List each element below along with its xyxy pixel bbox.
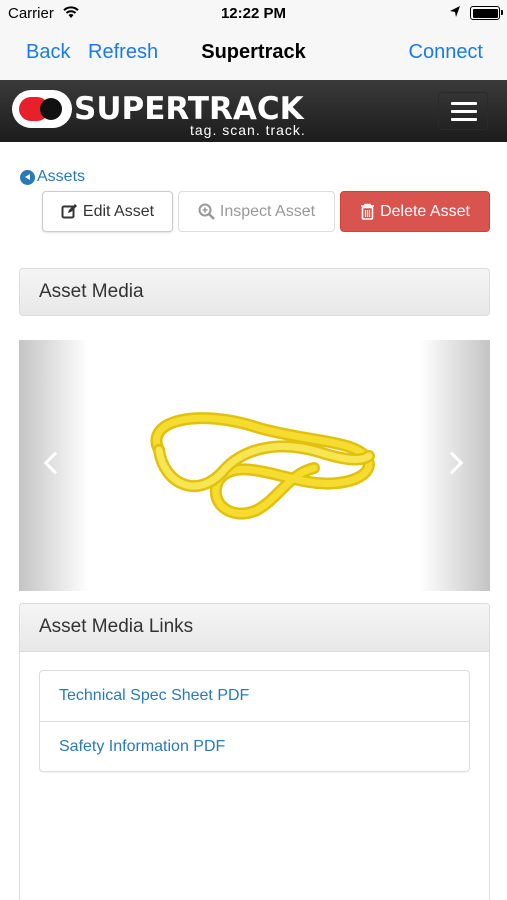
brand-header: SUPERTRACK tag. scan. track. (0, 80, 507, 142)
edit-asset-label: Edit Asset (82, 202, 155, 220)
asset-media-heading: Asset Media (19, 268, 490, 316)
chevron-right-icon (440, 451, 464, 475)
refresh-button[interactable]: Refresh (88, 41, 158, 63)
carousel-next-button[interactable] (420, 340, 490, 591)
battery-icon (470, 6, 503, 20)
status-time: 12:22 PM (220, 5, 287, 22)
list-item-technical-spec-sheet[interactable]: Technical Spec Sheet PDF (40, 671, 469, 721)
inspect-asset-label: Inspect Asset (219, 202, 316, 220)
media-link-list: Technical Spec Sheet PDF Safety Informat… (39, 670, 470, 772)
trash-icon (361, 203, 375, 220)
asset-media-links-panel: Asset Media Links Technical Spec Sheet P… (19, 603, 490, 900)
delete-asset-button[interactable]: Delete Asset (340, 191, 490, 232)
edit-icon (61, 204, 77, 219)
chevron-left-icon (43, 451, 67, 475)
inspect-asset-button[interactable]: Inspect Asset (178, 191, 335, 232)
supertrack-logo[interactable]: SUPERTRACK tag. scan. track. (12, 86, 332, 138)
edit-asset-button[interactable]: Edit Asset (42, 191, 173, 232)
delete-asset-label: Delete Asset (380, 202, 470, 220)
back-circle-icon (20, 169, 35, 185)
assets-breadcrumb-link[interactable]: Assets (20, 168, 85, 186)
logo-mark-icon (12, 90, 72, 128)
search-plus-icon (198, 203, 215, 220)
logo-tagline: tag. scan. track. (190, 122, 306, 138)
web-sling-image (150, 412, 375, 520)
assets-breadcrumb-label: Assets (37, 168, 86, 185)
location-icon (450, 6, 460, 17)
asset-media-links-heading: Asset Media Links (20, 604, 489, 652)
status-bar: Carrier 12:22 PM (0, 0, 507, 28)
hamburger-menu-icon[interactable] (438, 92, 488, 130)
list-item-safety-information[interactable]: Safety Information PDF (40, 721, 469, 771)
back-button[interactable]: Back (26, 41, 70, 63)
navigation-bar: Back Refresh Supertrack Connect (0, 28, 507, 80)
connect-button[interactable]: Connect (409, 41, 484, 64)
carousel-previous-button[interactable] (19, 340, 89, 591)
asset-media-carousel[interactable] (19, 340, 490, 591)
nav-left-group: Back Refresh (26, 41, 170, 64)
